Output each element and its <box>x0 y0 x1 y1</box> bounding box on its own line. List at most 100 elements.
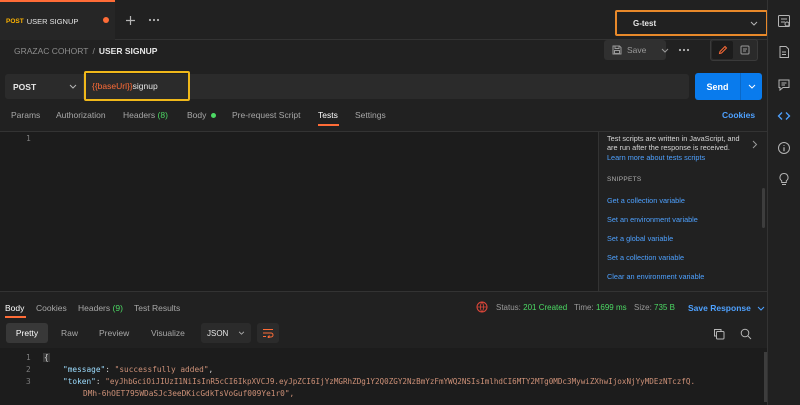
tab-params[interactable]: Params <box>11 110 40 120</box>
breadcrumb-separator: / <box>92 46 95 56</box>
tab-headers[interactable]: Headers (8) <box>123 110 168 120</box>
right-sidebar <box>767 0 800 405</box>
url-base-variable: {{baseUrl}} <box>92 81 133 91</box>
code-snippet-icon[interactable] <box>777 109 791 123</box>
edit-mode-pencil-icon[interactable] <box>712 41 733 59</box>
active-response-tab-indicator <box>5 316 26 318</box>
bulb-icon[interactable] <box>777 172 791 186</box>
active-tab-indicator <box>318 124 339 126</box>
format-visualize-button[interactable]: Visualize <box>151 328 185 338</box>
snippets-scrollbar[interactable] <box>762 188 765 228</box>
json-line-message: "message": "successfully added", <box>63 365 214 374</box>
tab-headers-label: Headers <box>123 110 156 120</box>
format-preview-button[interactable]: Preview <box>99 328 129 338</box>
tab-title: USER SIGNUP <box>26 16 79 26</box>
json-line-token: "token": "eyJhbGciOiJIUzI1NiIsInR5cCI6Ik… <box>63 377 696 386</box>
collapse-panel-chevron-right-icon[interactable] <box>752 140 758 149</box>
copy-icon[interactable] <box>713 328 725 340</box>
environment-name: G-test <box>633 18 657 28</box>
response-tab-cookies[interactable]: Cookies <box>36 303 67 313</box>
response-time: Time: 1699 ms <box>574 303 627 312</box>
response-status: Status: 201 Created <box>496 303 567 312</box>
tab-settings[interactable]: Settings <box>355 110 386 120</box>
cookies-link[interactable]: Cookies <box>722 110 755 120</box>
documentation-mode-icon[interactable] <box>734 41 755 59</box>
snippets-heading: SNIPPETS <box>607 176 642 183</box>
response-line-number: 1 <box>26 353 31 362</box>
json-key-token: "token" <box>63 377 96 386</box>
method-select[interactable]: POST <box>5 74 83 99</box>
save-label: Save <box>627 45 647 55</box>
snippet-item[interactable]: Set an environment variable <box>607 215 698 224</box>
documentation-icon[interactable] <box>777 45 791 59</box>
response-line-number: 2 <box>26 365 31 374</box>
tab-headers-count: (8) <box>157 110 168 120</box>
response-line-number: 3 <box>26 377 31 386</box>
tab-authorization[interactable]: Authorization <box>56 110 106 120</box>
snippet-item[interactable]: Set a global variable <box>607 234 673 243</box>
response-scrollbar[interactable] <box>764 352 767 402</box>
request-tab-user-signup[interactable]: POST USER SIGNUP <box>0 0 115 40</box>
response-headers-count: (9) <box>112 303 123 313</box>
info-icon[interactable] <box>777 141 791 155</box>
tests-script-editor[interactable] <box>0 131 598 291</box>
chevron-down-icon <box>750 21 758 26</box>
tests-description: Test scripts are written in JavaScript, … <box>607 134 740 152</box>
save-response-label: Save Response <box>688 303 751 313</box>
network-globe-icon[interactable] <box>476 301 488 313</box>
format-pretty-button[interactable]: Pretty <box>6 323 48 343</box>
save-response-button[interactable]: Save Response <box>688 303 765 313</box>
snippet-item[interactable]: Set a collection variable <box>607 253 684 262</box>
status-label: Status: <box>496 303 521 312</box>
save-button[interactable]: Save <box>604 40 669 60</box>
request-options-more-icon[interactable] <box>676 42 692 58</box>
send-button[interactable]: Send <box>695 73 762 100</box>
size-value: 735 B <box>654 303 675 312</box>
status-value: 201 Created <box>523 303 568 312</box>
tab-body[interactable]: Body <box>187 110 216 120</box>
learn-more-link[interactable]: Learn more about tests scripts <box>607 153 705 162</box>
environment-selector[interactable]: G-test <box>615 10 768 36</box>
json-value-message: "successfully added" <box>114 365 209 374</box>
response-tab-test-results[interactable]: Test Results <box>134 303 180 313</box>
breadcrumb-collection[interactable]: GRAZAC COHORT <box>14 46 88 56</box>
tab-tests[interactable]: Tests <box>318 110 338 120</box>
tab-method-label: POST <box>6 17 24 25</box>
format-raw-button[interactable]: Raw <box>61 328 78 338</box>
snippet-item[interactable]: Clear an environment variable <box>607 272 704 281</box>
response-type-select[interactable]: JSON <box>201 323 251 343</box>
json-key-message: "message" <box>63 365 106 374</box>
tab-body-label: Body <box>187 110 207 120</box>
response-tab-headers[interactable]: Headers (9) <box>78 303 123 313</box>
response-tab-body[interactable]: Body <box>5 303 24 313</box>
body-active-dot-icon <box>210 113 216 119</box>
url-path: signup <box>132 81 158 91</box>
environment-quick-look-icon[interactable] <box>777 14 791 28</box>
response-headers-label: Headers <box>78 303 111 313</box>
send-chevron-down-icon[interactable] <box>741 84 762 89</box>
breadcrumb: GRAZAC COHORT / USER SIGNUP <box>14 44 157 58</box>
save-icon <box>612 45 622 55</box>
new-tab-plus-icon[interactable] <box>122 12 138 28</box>
json-value-token-part2: DMh-6hOET795WDaSJc3eeDKicGdkTsVoGuf009Ye… <box>83 389 295 398</box>
comments-icon[interactable] <box>777 78 791 92</box>
chevron-down-icon <box>757 306 765 311</box>
tab-pre-request-script[interactable]: Pre-request Script <box>232 110 301 120</box>
size-label: Size: <box>634 303 652 312</box>
search-icon[interactable] <box>740 328 752 340</box>
chevron-down-icon <box>69 84 77 89</box>
method-value: POST <box>13 81 37 92</box>
time-label: Time: <box>574 303 594 312</box>
breadcrumb-request: USER SIGNUP <box>98 46 158 56</box>
response-size: Size: 735 B <box>634 303 675 312</box>
response-type-value: JSON <box>207 328 229 338</box>
snippet-item[interactable]: Get a collection variable <box>607 196 685 205</box>
save-chevron-down-icon[interactable] <box>661 48 669 53</box>
chevron-down-icon <box>238 331 245 335</box>
wrap-lines-icon[interactable] <box>257 323 279 343</box>
unsaved-changes-dot-icon[interactable] <box>103 17 109 23</box>
editor-line-number: 1 <box>26 134 31 143</box>
tab-options-more-icon[interactable] <box>146 12 162 28</box>
url-input-value-highlight[interactable]: {{baseUrl}} signup <box>84 71 190 101</box>
send-label: Send <box>706 81 729 92</box>
